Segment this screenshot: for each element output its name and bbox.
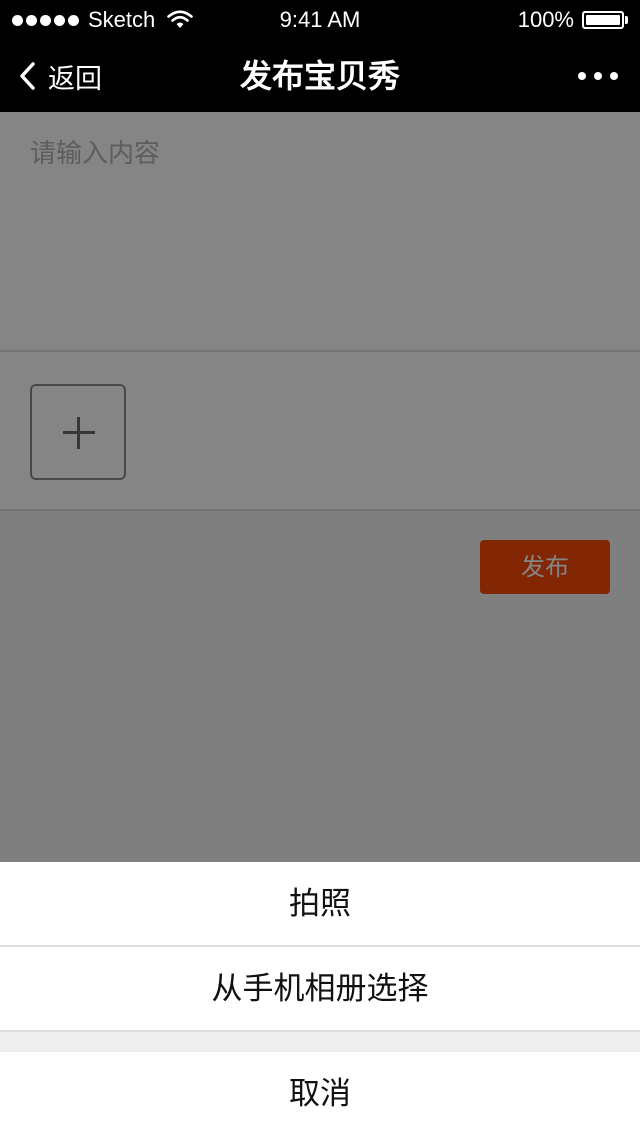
cancel-button[interactable]: 取消	[0, 1052, 640, 1136]
page-title: 发布宝贝秀	[239, 57, 400, 95]
nav-bar: 返回 发布宝贝秀	[0, 40, 640, 112]
back-button[interactable]: 返回	[16, 54, 102, 98]
choose-from-album-option[interactable]: 从手机相册选择	[0, 947, 640, 1032]
action-sheet: 拍照 从手机相册选择 取消	[0, 862, 640, 1136]
battery-percentage: 100%	[517, 7, 574, 32]
more-dots-icon[interactable]	[578, 62, 618, 90]
chevron-left-icon	[20, 62, 35, 90]
back-label: 返回	[48, 63, 102, 95]
battery-icon	[582, 11, 630, 29]
status-bar: Sketch 9:41 AM 100%	[0, 0, 640, 40]
take-photo-option[interactable]: 拍照	[0, 862, 640, 947]
